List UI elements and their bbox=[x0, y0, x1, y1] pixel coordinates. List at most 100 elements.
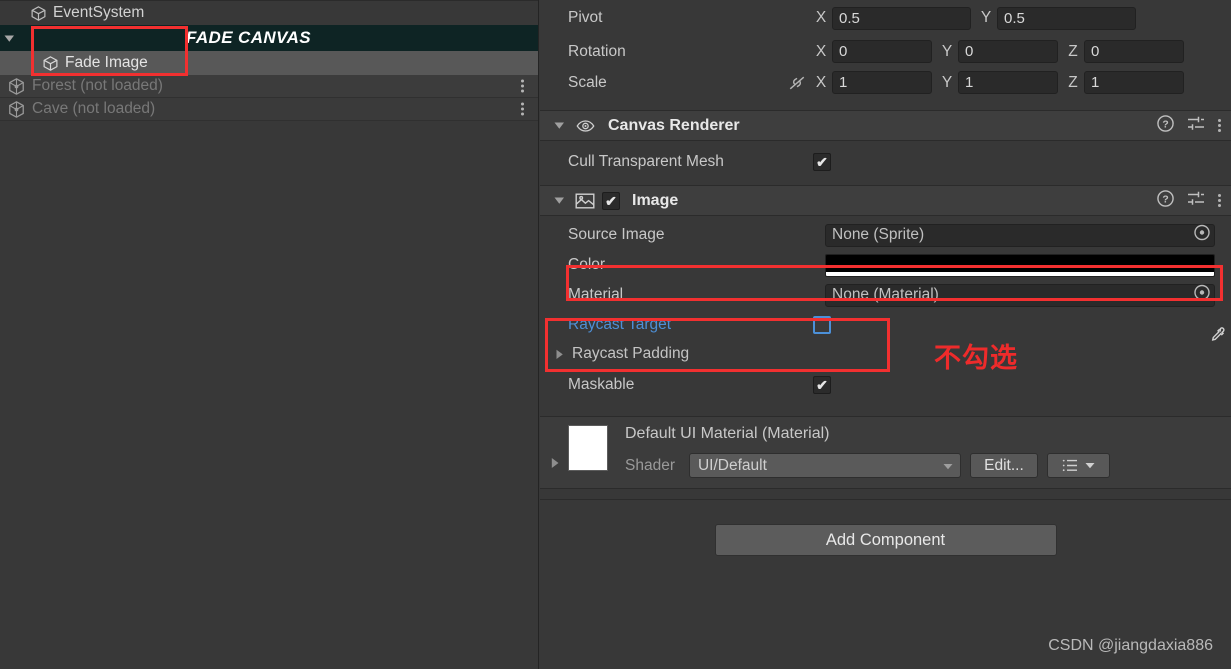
source-image-object-field[interactable]: None (Sprite) bbox=[825, 223, 1215, 247]
hierarchy-row-eventsystem[interactable]: EventSystem bbox=[0, 0, 538, 25]
image-component-title: Image bbox=[632, 191, 679, 209]
preset-settings-icon[interactable] bbox=[1187, 115, 1205, 137]
divider bbox=[540, 499, 1231, 500]
cull-transparent-mesh-row: Cull Transparent Mesh ✔ bbox=[540, 147, 1231, 177]
pivot-x-axis-label: X bbox=[815, 9, 827, 26]
pivot-y-input[interactable]: 0.5 bbox=[997, 6, 1136, 30]
eye-icon bbox=[574, 116, 596, 136]
hierarchy-row-cave-scene[interactable]: Cave (not loaded) bbox=[0, 98, 538, 121]
object-picker-icon[interactable] bbox=[1193, 224, 1211, 247]
canvas-renderer-header[interactable]: Canvas Renderer ? bbox=[540, 110, 1231, 141]
list-icon bbox=[1062, 459, 1077, 472]
rotation-row: Rotation X 0 Y 0 Z 0 bbox=[540, 36, 1231, 67]
scene-more-menu-icon[interactable] bbox=[521, 102, 524, 116]
scale-z-input[interactable]: 1 bbox=[1084, 71, 1184, 94]
chevron-down-icon bbox=[1085, 463, 1095, 469]
scale-x-axis-label: X bbox=[815, 73, 827, 91]
chevron-down-icon[interactable] bbox=[550, 111, 568, 140]
image-enabled-checkbox[interactable]: ✔ bbox=[602, 191, 620, 210]
sprite-image-icon bbox=[574, 191, 596, 211]
check-icon: ✔ bbox=[605, 192, 617, 209]
rect-transform-section: Pivot X 0.5 Y 0.5 Rotation X 0 Y 0 Z 0 S… bbox=[540, 0, 1231, 98]
unity-scene-icon bbox=[6, 99, 27, 120]
chevron-down-icon[interactable] bbox=[0, 25, 18, 51]
scale-z-axis-label: Z bbox=[1068, 73, 1078, 91]
hierarchy-row-forest-scene[interactable]: Forest (not loaded) bbox=[0, 75, 538, 98]
shader-label: Shader bbox=[625, 456, 675, 474]
source-image-row: Source Image None (Sprite) bbox=[540, 220, 1231, 250]
pivot-row: Pivot X 0.5 Y 0.5 bbox=[540, 0, 1231, 36]
material-foldout-chevron-right-icon[interactable] bbox=[550, 456, 560, 474]
color-swatch-field[interactable] bbox=[825, 253, 1215, 277]
component-more-menu-icon[interactable] bbox=[1218, 194, 1221, 207]
add-component-button[interactable]: Add Component bbox=[714, 524, 1057, 556]
annotation-note-bugouxuan: 不勾选 bbox=[934, 343, 1018, 373]
component-header-icons: ? bbox=[1157, 114, 1221, 137]
shader-options-dropdown[interactable] bbox=[1046, 453, 1110, 478]
rotation-y-input[interactable]: 0 bbox=[958, 40, 1058, 63]
hierarchy-panel: EventSystem FADE CANVAS Fade Image Fores… bbox=[0, 0, 539, 669]
material-row: Material None (Material) bbox=[540, 280, 1231, 310]
color-label: Color bbox=[568, 256, 606, 273]
rotation-x-input[interactable]: 0 bbox=[832, 40, 932, 63]
chevron-right-icon[interactable] bbox=[550, 340, 568, 368]
shader-edit-button[interactable]: Edit... bbox=[969, 453, 1038, 478]
preset-settings-icon[interactable] bbox=[1187, 190, 1205, 212]
scene-more-menu-icon[interactable] bbox=[521, 79, 524, 93]
hierarchy-item-label: EventSystem bbox=[53, 4, 145, 21]
hierarchy-item-label: Forest (not loaded) bbox=[32, 77, 163, 94]
eyedropper-icon[interactable] bbox=[1207, 325, 1229, 345]
material-object-field[interactable]: None (Material) bbox=[825, 283, 1215, 307]
source-image-label: Source Image bbox=[568, 226, 665, 243]
chevron-down-icon bbox=[943, 457, 953, 475]
unity-editor-screenshot: EventSystem FADE CANVAS Fade Image Fores… bbox=[0, 0, 1231, 669]
hierarchy-item-label: Cave (not loaded) bbox=[32, 100, 156, 117]
default-ui-material-block: Default UI Material (Material) Shader UI… bbox=[540, 416, 1231, 489]
help-icon[interactable]: ? bbox=[1157, 114, 1174, 137]
svg-text:?: ? bbox=[1162, 194, 1168, 205]
raycast-padding-row[interactable]: Raycast Padding bbox=[540, 340, 1231, 368]
material-label: Material bbox=[568, 286, 624, 303]
raycast-target-checkbox[interactable] bbox=[813, 316, 831, 334]
raycast-padding-label: Raycast Padding bbox=[572, 345, 690, 362]
inspector-panel: Pivot X 0.5 Y 0.5 Rotation X 0 Y 0 Z 0 S… bbox=[540, 0, 1231, 669]
pivot-y-axis-label: Y bbox=[980, 9, 992, 26]
raycast-target-row: Raycast Target bbox=[540, 310, 1231, 340]
check-icon: ✔ bbox=[816, 154, 828, 170]
color-alpha-bar bbox=[826, 271, 1214, 276]
pivot-label: Pivot bbox=[568, 9, 603, 26]
canvas-renderer-title: Canvas Renderer bbox=[608, 116, 740, 134]
link-off-icon[interactable] bbox=[786, 74, 808, 92]
help-icon[interactable]: ? bbox=[1157, 189, 1174, 212]
scale-row: Scale X 1 Y 1 Z 1 bbox=[540, 67, 1231, 98]
maskable-row: Maskable ✔ bbox=[540, 368, 1231, 402]
rotation-z-axis-label: Z bbox=[1068, 42, 1078, 60]
scale-y-axis-label: Y bbox=[941, 73, 953, 91]
color-row: Color bbox=[540, 250, 1231, 341]
canvas-renderer-body: Cull Transparent Mesh ✔ bbox=[540, 141, 1231, 185]
gameobject-cube-icon bbox=[28, 3, 48, 23]
source-image-value: None (Sprite) bbox=[832, 226, 925, 243]
hierarchy-row-fade-canvas[interactable]: FADE CANVAS bbox=[0, 25, 538, 51]
svg-text:?: ? bbox=[1162, 119, 1168, 130]
pivot-x-input[interactable]: 0.5 bbox=[832, 6, 971, 30]
rotation-z-input[interactable]: 0 bbox=[1084, 40, 1184, 63]
image-component-body: Source Image None (Sprite) Color Materia… bbox=[540, 216, 1231, 410]
scale-y-input[interactable]: 1 bbox=[958, 71, 1058, 94]
chevron-down-icon[interactable] bbox=[550, 186, 568, 215]
shader-dropdown[interactable]: UI/Default bbox=[688, 453, 961, 478]
material-preview-swatch bbox=[568, 425, 608, 471]
component-more-menu-icon[interactable] bbox=[1218, 119, 1221, 132]
image-component-header[interactable]: ✔ Image ? bbox=[540, 185, 1231, 216]
watermark-text: CSDN @jiangdaxia886 bbox=[1048, 637, 1213, 654]
raycast-target-label: Raycast Target bbox=[568, 316, 672, 333]
scale-x-input[interactable]: 1 bbox=[832, 71, 932, 94]
object-picker-icon[interactable] bbox=[1193, 284, 1211, 307]
material-value: None (Material) bbox=[832, 286, 939, 303]
rotation-x-axis-label: X bbox=[815, 42, 827, 60]
cull-transparent-mesh-checkbox[interactable]: ✔ bbox=[813, 153, 831, 171]
rotation-y-axis-label: Y bbox=[941, 42, 953, 60]
hierarchy-row-fade-image[interactable]: Fade Image bbox=[0, 51, 538, 75]
material-title: Default UI Material (Material) bbox=[625, 425, 830, 442]
maskable-checkbox[interactable]: ✔ bbox=[813, 376, 831, 394]
